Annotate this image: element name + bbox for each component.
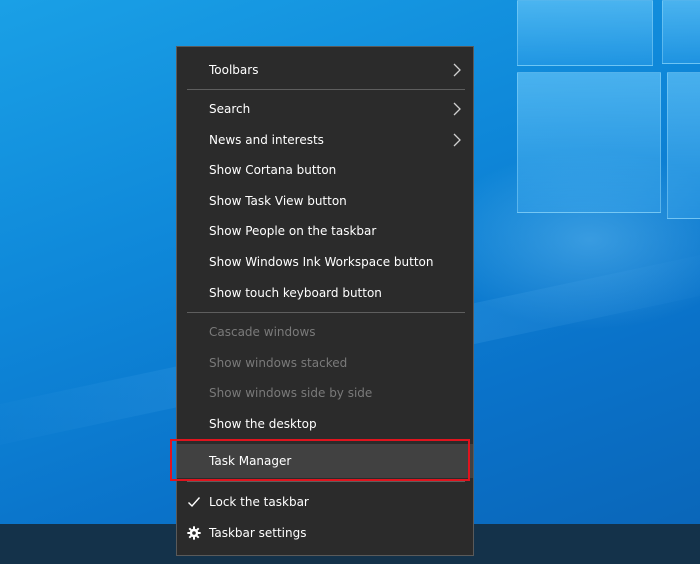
menu-item-news-and-interests[interactable]: News and interests bbox=[177, 125, 473, 155]
menu-separator bbox=[187, 89, 465, 90]
gear-icon bbox=[187, 526, 201, 540]
menu-item-toolbars[interactable]: Toolbars bbox=[177, 55, 473, 85]
menu-item-show-windows-side-by-side: Show windows side by side bbox=[177, 378, 473, 408]
menu-item-label: Taskbar settings bbox=[209, 526, 307, 540]
menu-item-label: Show windows side by side bbox=[209, 386, 373, 400]
menu-item-show-windows-stacked: Show windows stacked bbox=[177, 348, 473, 378]
menu-item-show-task-view-button[interactable]: Show Task View button bbox=[177, 186, 473, 216]
menu-separator bbox=[187, 440, 465, 441]
menu-item-label: Show Cortana button bbox=[209, 163, 337, 177]
menu-item-cascade-windows: Cascade windows bbox=[177, 317, 473, 347]
windows-logo-pane bbox=[662, 0, 700, 64]
menu-item-label: Show the desktop bbox=[209, 417, 317, 431]
menu-item-label: Cascade windows bbox=[209, 325, 316, 339]
menu-item-label: Show People on the taskbar bbox=[209, 224, 377, 238]
menu-item-show-touch-keyboard-button[interactable]: Show touch keyboard button bbox=[177, 278, 473, 308]
menu-item-label: Search bbox=[209, 102, 251, 116]
menu-item-label: Lock the taskbar bbox=[209, 495, 309, 509]
menu-item-label: Show Task View button bbox=[209, 194, 347, 208]
menu-item-lock-the-taskbar[interactable]: Lock the taskbar bbox=[177, 487, 473, 517]
menu-item-search[interactable]: Search bbox=[177, 94, 473, 124]
menu-item-label: Show touch keyboard button bbox=[209, 286, 382, 300]
menu-item-show-the-desktop[interactable]: Show the desktop bbox=[177, 409, 473, 439]
chevron-right-icon bbox=[453, 63, 461, 77]
menu-item-label: Show windows stacked bbox=[209, 356, 348, 370]
chevron-right-icon bbox=[453, 102, 461, 116]
menu-item-label: Toolbars bbox=[209, 63, 259, 77]
menu-item-taskbar-settings[interactable]: Taskbar settings bbox=[177, 518, 473, 548]
menu-item-label: Task Manager bbox=[209, 454, 292, 468]
checkmark-icon bbox=[188, 497, 201, 508]
menu-item-show-people-on-taskbar[interactable]: Show People on the taskbar bbox=[177, 216, 473, 246]
chevron-right-icon bbox=[453, 133, 461, 147]
windows-logo-pane bbox=[517, 0, 653, 66]
menu-item-label: News and interests bbox=[209, 133, 324, 147]
menu-separator bbox=[187, 481, 465, 482]
menu-item-task-manager[interactable]: Task Manager bbox=[177, 446, 473, 476]
windows-logo-pane bbox=[517, 72, 661, 213]
menu-item-show-windows-ink-workspace-button[interactable]: Show Windows Ink Workspace button bbox=[177, 247, 473, 277]
menu-item-show-cortana-button[interactable]: Show Cortana button bbox=[177, 155, 473, 185]
menu-separator bbox=[187, 312, 465, 313]
windows-logo-pane bbox=[667, 72, 700, 219]
taskbar-context-menu: Toolbars Search News and interests Show … bbox=[176, 46, 474, 556]
menu-item-label: Show Windows Ink Workspace button bbox=[209, 255, 434, 269]
